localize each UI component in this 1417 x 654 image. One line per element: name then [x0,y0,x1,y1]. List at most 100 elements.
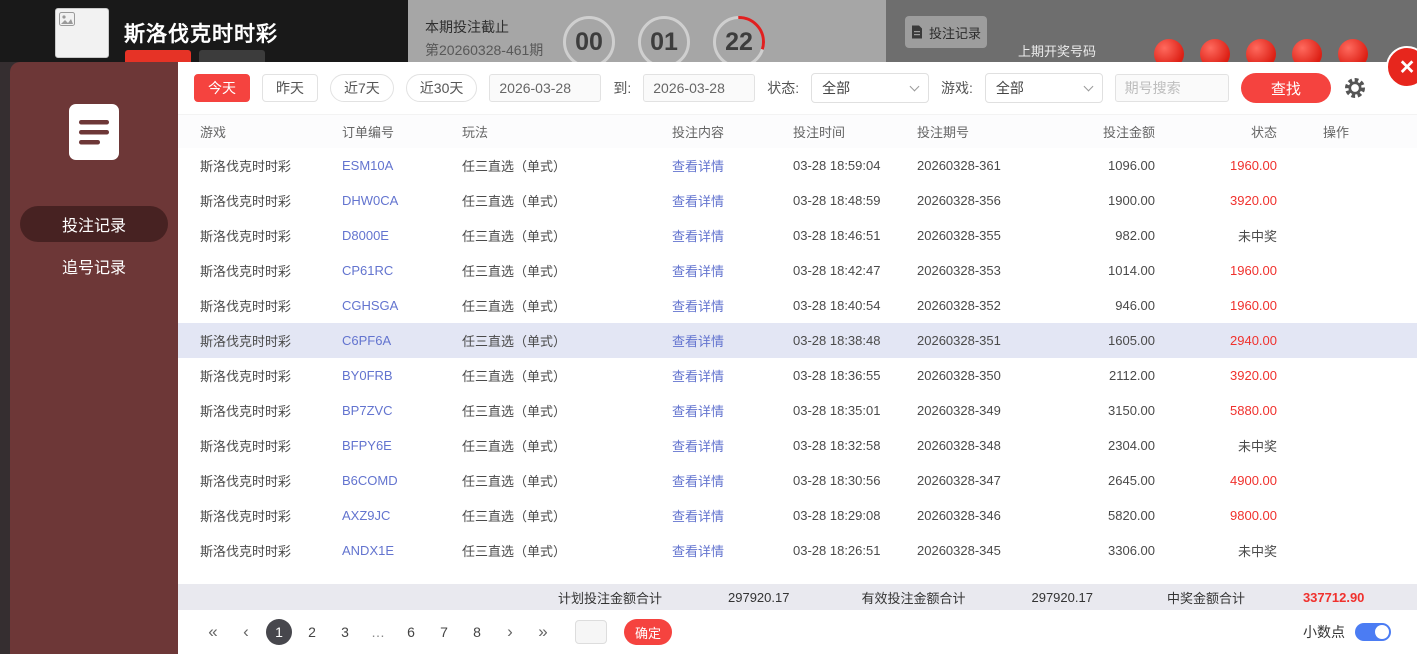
cell-amount: 2304.00 [1087,438,1155,453]
cell-play: 任三直选（单式） [462,296,672,315]
first-page-icon[interactable]: « [200,622,226,642]
view-details-link[interactable]: 查看详情 [672,331,793,350]
table-row[interactable]: 斯洛伐克时时彩 AXZ9JC 任三直选（单式） 查看详情 03-28 18:29… [178,498,1417,533]
page-button-6[interactable]: 6 [398,619,424,645]
table-row[interactable]: 斯洛伐克时时彩 D8000E 任三直选（单式） 查看详情 03-28 18:46… [178,218,1417,253]
deadline-period: 第20260328-461期 [425,40,543,60]
cell-period: 20260328-348 [917,438,1087,453]
table-row[interactable]: 斯洛伐克时时彩 BFPY6E 任三直选（单式） 查看详情 03-28 18:32… [178,428,1417,463]
sidebar-item-chase-records[interactable]: 追号记录 [20,248,168,284]
view-details-link[interactable]: 查看详情 [672,541,793,560]
view-details-link[interactable]: 查看详情 [672,366,793,385]
bet-records-button[interactable]: 投注记录 [905,16,987,48]
view-details-link[interactable]: 查看详情 [672,261,793,280]
cell-order-link[interactable]: BP7ZVC [342,403,462,418]
cell-order-link[interactable]: DHW0CA [342,193,462,208]
sidebar-item-bet-records[interactable]: 投注记录 [20,206,168,242]
cell-order-link[interactable]: CP61RC [342,263,462,278]
col-amount-header: 投注金额 [1087,122,1155,141]
table-header: 游戏 订单编号 玩法 投注内容 投注时间 投注期号 投注金额 状态 操作 [178,114,1417,148]
next-page-icon[interactable]: › [497,622,523,642]
status-select[interactable]: 全部 [811,73,929,103]
prev-page-icon[interactable]: ‹ [233,622,259,642]
page-button-7[interactable]: 7 [431,619,457,645]
page-jump-confirm-button[interactable]: 确定 [624,619,672,645]
table-row[interactable]: 斯洛伐克时时彩 B6COMD 任三直选（单式） 查看详情 03-28 18:30… [178,463,1417,498]
page-button-8[interactable]: 8 [464,619,490,645]
col-period-header: 投注期号 [917,122,1087,141]
quick-filter-today[interactable]: 今天 [194,74,250,102]
quick-filter-7days[interactable]: 近7天 [330,74,394,102]
cell-order-link[interactable]: BY0FRB [342,368,462,383]
table-row[interactable]: 斯洛伐克时时彩 ESM10A 任三直选（单式） 查看详情 03-28 18:59… [178,148,1417,183]
cell-order-link[interactable]: C6PF6A [342,333,462,348]
view-details-link[interactable]: 查看详情 [672,226,793,245]
cell-time: 03-28 18:38:48 [793,333,917,348]
cell-play: 任三直选（单式） [462,331,672,350]
cell-amount: 5820.00 [1087,508,1155,523]
table-row[interactable]: 斯洛伐克时时彩 BP7ZVC 任三直选（单式） 查看详情 03-28 18:35… [178,393,1417,428]
view-details-link[interactable]: 查看详情 [672,436,793,455]
cell-order-link[interactable]: ESM10A [342,158,462,173]
cell-order-link[interactable]: D8000E [342,228,462,243]
view-details-link[interactable]: 查看详情 [672,191,793,210]
quick-filter-yesterday[interactable]: 昨天 [262,74,318,102]
cell-order-link[interactable]: ANDX1E [342,543,462,558]
cell-period: 20260328-345 [917,543,1087,558]
game-select[interactable]: 全部 [985,73,1103,103]
page-button-3[interactable]: 3 [332,619,358,645]
cell-order-link[interactable]: BFPY6E [342,438,462,453]
cell-period: 20260328-349 [917,403,1087,418]
table-row[interactable]: 斯洛伐克时时彩 ANDX1E 任三直选（单式） 查看详情 03-28 18:26… [178,533,1417,568]
win-total-value: 337712.90 [1303,590,1364,605]
table-row[interactable]: 斯洛伐克时时彩 CGHSGA 任三直选（单式） 查看详情 03-28 18:40… [178,288,1417,323]
cell-order-link[interactable]: B6COMD [342,473,462,488]
view-details-link[interactable]: 查看详情 [672,156,793,175]
quick-filter-30days[interactable]: 近30天 [406,74,478,102]
col-play-header: 玩法 [462,122,672,141]
table-row[interactable]: 斯洛伐克时时彩 CP61RC 任三直选（单式） 查看详情 03-28 18:42… [178,253,1417,288]
chevron-down-icon [1083,82,1093,92]
table-row[interactable]: 斯洛伐克时时彩 DHW0CA 任三直选（单式） 查看详情 03-28 18:48… [178,183,1417,218]
cell-game: 斯洛伐克时时彩 [200,331,342,350]
cell-time: 03-28 18:46:51 [793,228,917,243]
page-button-1[interactable]: 1 [266,619,292,645]
cell-status: 1960.00 [1155,158,1277,173]
table-row[interactable]: 斯洛伐克时时彩 C6PF6A 任三直选（单式） 查看详情 03-28 18:38… [178,323,1417,358]
table-row[interactable]: 斯洛伐克时时彩 BY0FRB 任三直选（单式） 查看详情 03-28 18:36… [178,358,1417,393]
cell-order-link[interactable]: AXZ9JC [342,508,462,523]
view-details-link[interactable]: 查看详情 [672,401,793,420]
cell-amount: 3306.00 [1087,543,1155,558]
view-details-link[interactable]: 查看详情 [672,471,793,490]
cell-game: 斯洛伐克时时彩 [200,436,342,455]
settings-gear-icon[interactable] [1343,76,1367,100]
cell-period: 20260328-351 [917,333,1087,348]
view-details-link[interactable]: 查看详情 [672,506,793,525]
status-label: 状态: [767,78,799,98]
date-to-input[interactable] [643,74,755,102]
page-jump-input[interactable] [575,620,607,644]
cell-period: 20260328-350 [917,368,1087,383]
decimal-toggle[interactable] [1355,623,1391,641]
period-search-input[interactable] [1115,74,1229,102]
to-label: 到: [613,78,631,98]
cell-time: 03-28 18:26:51 [793,543,917,558]
col-order-header: 订单编号 [342,122,462,141]
pagination-bar: « ‹ 1 2 3 … 6 7 8 › » 确定 小数点 [178,610,1417,654]
page-button-2[interactable]: 2 [299,619,325,645]
last-page-icon[interactable]: » [530,622,556,642]
table-spacer [178,568,1417,584]
view-details-link[interactable]: 查看详情 [672,296,793,315]
cell-game: 斯洛伐克时时彩 [200,296,342,315]
countdown-timer: 00 01 22 [563,16,765,68]
page-header: 斯洛伐克时时彩 本期投注截止 第20260328-461期 00 01 22 投… [0,0,1417,62]
win-total-label: 中奖金额合计 [1167,588,1245,607]
cell-period: 20260328-361 [917,158,1087,173]
filter-bar: 今天 昨天 近7天 近30天 到: 状态: 全部 游戏: 全部 查找 [178,62,1417,114]
cell-status: 未中奖 [1155,436,1277,455]
date-from-input[interactable] [489,74,601,102]
cell-amount: 982.00 [1087,228,1155,243]
cell-order-link[interactable]: CGHSGA [342,298,462,313]
cell-game: 斯洛伐克时时彩 [200,191,342,210]
search-button[interactable]: 查找 [1241,73,1331,103]
